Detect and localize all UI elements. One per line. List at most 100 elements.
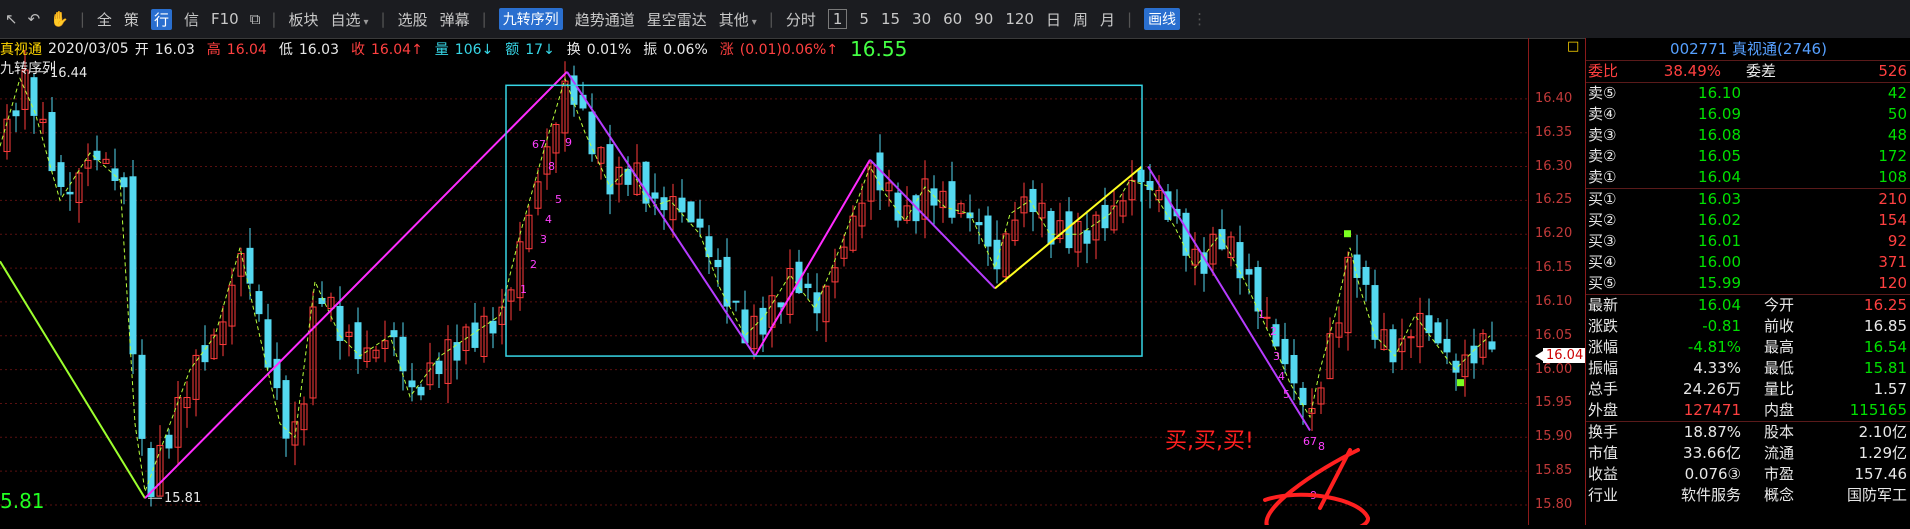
candle-body xyxy=(399,336,407,372)
menu-other[interactable]: 其他 xyxy=(719,9,757,30)
candle-body xyxy=(471,322,479,348)
link-trend-channel[interactable]: 趋势通道 xyxy=(575,9,635,30)
bid-row[interactable]: 买② 16.02 154 xyxy=(1586,210,1910,231)
fundamental-row[interactable]: 市值 33.66亿 流通 1.29亿 xyxy=(1586,443,1910,464)
panel-title[interactable]: 002771 真视通(2746) xyxy=(1586,38,1910,61)
nine-count-label: 2 xyxy=(1270,325,1277,338)
period-5[interactable]: 5 xyxy=(859,10,869,28)
arrow-icon[interactable]: ↖ xyxy=(5,10,18,28)
candle-body xyxy=(678,197,686,213)
period-90[interactable]: 90 xyxy=(974,10,993,28)
menu-watchlist[interactable]: 自选 xyxy=(330,9,368,30)
period-month[interactable]: 月 xyxy=(1100,9,1115,30)
price-tick: 15.85 xyxy=(1535,463,1573,479)
price-tick: 16.10 xyxy=(1535,293,1573,309)
big-price: 16.55 xyxy=(850,37,908,61)
undo-icon[interactable]: ↶ xyxy=(28,10,41,28)
period-day[interactable]: 日 xyxy=(1046,9,1061,30)
candle-body xyxy=(804,283,812,288)
period-15[interactable]: 15 xyxy=(881,10,900,28)
amount-field: 额 17↓ xyxy=(505,42,555,58)
quote-panel: 002771 真视通(2746) 委比 38.49% 委差 526 卖⑤ 16.1… xyxy=(1585,38,1910,525)
tool-strategy[interactable]: 策 xyxy=(124,9,139,30)
price-tick: 16.35 xyxy=(1535,124,1573,140)
close-field: 收 16.04↑ xyxy=(350,42,423,58)
tool-quote[interactable]: 行 xyxy=(150,8,172,30)
nine-count-label: 67 xyxy=(532,138,546,151)
fundamental-row[interactable]: 换手 18.87% 股本 2.10亿 xyxy=(1586,422,1910,443)
signal-marker xyxy=(1344,230,1351,238)
candle-body xyxy=(1137,169,1145,183)
period-week[interactable]: 周 xyxy=(1073,9,1088,30)
candle-body xyxy=(138,354,146,439)
ask-row[interactable]: 卖④ 16.09 50 xyxy=(1586,104,1910,125)
trend-line xyxy=(754,159,871,357)
axis-toggle-icon[interactable]: □ xyxy=(1567,39,1579,54)
stat-row[interactable]: 涨幅 -4.81% 最高 16.54 xyxy=(1586,337,1910,358)
stat-row[interactable]: 振幅 4.33% 最低 15.81 xyxy=(1586,358,1910,379)
link-radar[interactable]: 星空雷达 xyxy=(647,9,707,30)
ask-row[interactable]: 卖① 16.04 108 xyxy=(1586,167,1910,188)
candle-body xyxy=(759,307,767,335)
tool-info[interactable]: 信 xyxy=(184,9,199,30)
price-tick: 16.15 xyxy=(1535,260,1573,276)
stat-row[interactable]: 最新 16.04 今开 16.25 xyxy=(1586,295,1910,316)
price-tick: 15.80 xyxy=(1535,497,1573,512)
price-tick: 15.95 xyxy=(1535,395,1573,411)
price-tick: 16.25 xyxy=(1535,192,1573,208)
menu-screener[interactable]: 选股 xyxy=(398,9,428,30)
nine-count-label: 5 xyxy=(555,193,562,206)
tool-full[interactable]: 全 xyxy=(97,9,112,30)
hand-icon[interactable]: ✋ xyxy=(50,10,69,28)
stat-row[interactable]: 外盘 127471 内盘 115165 xyxy=(1586,400,1910,421)
candle-body xyxy=(246,247,254,284)
period-1[interactable]: 1 xyxy=(827,9,848,29)
candle-body xyxy=(894,192,902,221)
indicator-button[interactable]: 九转序列 xyxy=(498,8,563,30)
candle-body xyxy=(975,222,983,226)
window-icon[interactable]: ⧉ xyxy=(250,10,261,28)
range-box xyxy=(505,84,1143,357)
trend-line xyxy=(994,165,1143,290)
quote-infobar: 真视通 2020/03/05 开 16.03 高 16.04 低 16.03 收 16.… xyxy=(0,37,913,61)
menu-danmaku[interactable]: 弹幕 xyxy=(440,9,470,30)
period-30[interactable]: 30 xyxy=(912,10,931,28)
trend-line xyxy=(144,71,568,499)
candle-body xyxy=(1101,204,1109,229)
ask-row[interactable]: 卖② 16.05 172 xyxy=(1586,146,1910,167)
ask-row[interactable]: 卖③ 16.08 48 xyxy=(1586,125,1910,146)
nine-count-label: 8 xyxy=(1318,440,1325,453)
tool-f10[interactable]: F10 xyxy=(211,10,239,28)
nine-count-label: 8 xyxy=(548,160,555,173)
candle-body xyxy=(660,197,668,211)
stat-row[interactable]: 总手 24.26万 量比 1.57 xyxy=(1586,379,1910,400)
period-120[interactable]: 120 xyxy=(1005,10,1034,28)
period-intraday[interactable]: 分时 xyxy=(786,9,816,30)
kline-canvas[interactable]: 16.4415.815.81买,买,买!1234567891234567 89 xyxy=(0,38,1528,529)
bid-row[interactable]: 买① 16.03 210 xyxy=(1586,189,1910,210)
divider: | xyxy=(271,10,277,28)
period-60[interactable]: 60 xyxy=(943,10,962,28)
stock-name: 真视通 xyxy=(0,42,42,58)
nine-count-label: 3 xyxy=(540,233,547,246)
fundamental-row[interactable]: 收益 0.076③ 市盈 157.46 xyxy=(1586,464,1910,485)
candle-body xyxy=(129,176,137,355)
fundamentals-block: 换手 18.87% 股本 2.10亿 市值 33.66亿 流通 1.29亿 收益 0.076③ 市盈… xyxy=(1586,422,1910,506)
candle-body xyxy=(714,259,722,268)
bid-row[interactable]: 买③ 16.01 92 xyxy=(1586,231,1910,252)
stat-row[interactable]: 涨跌 -0.81 前收 16.85 xyxy=(1586,316,1910,337)
candle-body xyxy=(696,218,704,228)
ask-row[interactable]: 卖⑤ 16.10 42 xyxy=(1586,83,1910,104)
candle-body xyxy=(1083,230,1091,244)
bid-row[interactable]: 买④ 16.00 371 xyxy=(1586,252,1910,273)
fundamental-row[interactable]: 行业 软件服务 概念 国防军工 xyxy=(1586,485,1910,506)
candle-body xyxy=(48,112,56,172)
bid-row[interactable]: 买⑤ 15.99 120 xyxy=(1586,273,1910,294)
candle-body xyxy=(1371,285,1379,340)
kline-chart[interactable]: 16.44 15.81 5.81 买,买,买! 1 2 3 4 5 67 8 9 1 2 3 4 5 67 8 9 xyxy=(0,38,1585,529)
divider: | xyxy=(481,10,487,28)
candle-body xyxy=(1290,354,1298,384)
menu-sector[interactable]: 板块 xyxy=(288,9,318,30)
draw-line-button[interactable]: 画线 xyxy=(1144,8,1181,30)
candle-body xyxy=(408,380,416,388)
